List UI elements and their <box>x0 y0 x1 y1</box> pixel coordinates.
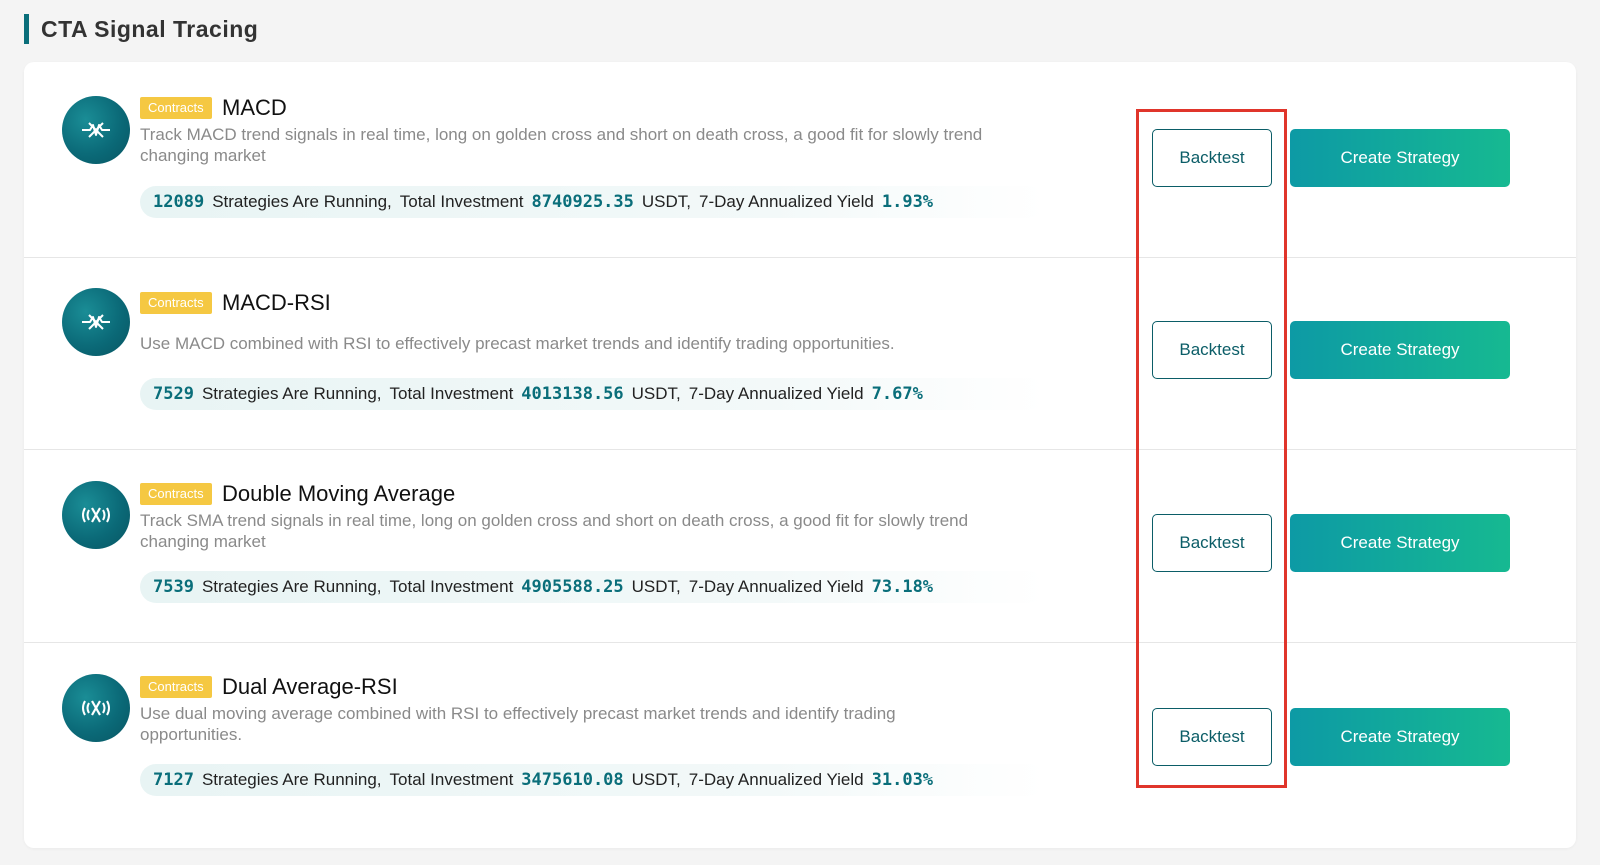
strategy-description: Track SMA trend signals in real time, lo… <box>140 511 969 551</box>
strategy-description: Use dual moving average combined with RS… <box>140 704 896 744</box>
strategy-stats: 7529 Strategies Are Running, Total Inves… <box>140 378 1045 410</box>
investment-value: 4905588.25 <box>521 577 624 597</box>
pulse-cross-icon <box>62 288 130 356</box>
contracts-tag: Contracts <box>140 292 212 314</box>
investment-value: 8740925.35 <box>531 192 634 212</box>
contracts-tag: Contracts <box>140 97 212 119</box>
yield-value: 7.67% <box>871 384 923 404</box>
investment-value: 4013138.56 <box>521 384 624 404</box>
running-count: 12089 <box>153 192 205 212</box>
create-strategy-button[interactable]: Create Strategy <box>1290 514 1510 572</box>
yield-label: 7-Day Annualized Yield <box>688 384 864 403</box>
strategy-row-double-moving-average: Contracts Double Moving Average Track SM… <box>24 447 1576 643</box>
create-strategy-button[interactable]: Create Strategy <box>1290 321 1510 379</box>
strategy-description: Use MACD combined with RSI to effectivel… <box>140 334 895 353</box>
currency-label: USDT, <box>641 192 692 211</box>
contracts-tag: Contracts <box>140 483 212 505</box>
strategy-name: Dual Average-RSI <box>222 674 398 699</box>
currency-label: USDT, <box>631 384 681 403</box>
strategy-row-macd-rsi: Contracts MACD-RSI Use MACD combined wit… <box>24 254 1576 450</box>
accent-bar <box>24 14 29 44</box>
backtest-button[interactable]: Backtest <box>1152 708 1272 766</box>
section-title: CTA Signal Tracing <box>41 15 259 42</box>
investment-value: 3475610.08 <box>521 770 624 790</box>
backtest-button[interactable]: Backtest <box>1152 514 1272 572</box>
broadcast-x-icon <box>62 674 130 742</box>
yield-value: 1.93% <box>881 192 934 212</box>
broadcast-x-icon <box>62 481 130 549</box>
pulse-cross-icon <box>62 96 130 164</box>
strategy-list-card: Contracts MACD Track MACD trend signals … <box>24 62 1576 848</box>
running-label: Strategies Are Running, <box>201 577 382 596</box>
contracts-tag: Contracts <box>140 676 212 698</box>
strategy-name: MACD <box>222 95 287 120</box>
strategy-description: Track MACD trend signals in real time, l… <box>140 125 983 165</box>
yield-label: 7-Day Annualized Yield <box>688 770 864 789</box>
running-label: Strategies Are Running, <box>201 384 382 403</box>
strategy-name: Double Moving Average <box>222 481 456 506</box>
create-strategy-button[interactable]: Create Strategy <box>1290 129 1510 187</box>
running-count: 7127 <box>153 770 194 790</box>
investment-label: Total Investment <box>389 384 514 403</box>
strategy-stats: 7127 Strategies Are Running, Total Inves… <box>140 764 1045 796</box>
strategy-stats: 12089 Strategies Are Running, Total Inve… <box>140 186 1045 218</box>
investment-label: Total Investment <box>389 577 514 596</box>
strategy-row-dual-average-rsi: Contracts Dual Average-RSI Use dual movi… <box>24 640 1576 836</box>
yield-label: 7-Day Annualized Yield <box>688 577 864 596</box>
yield-label: 7-Day Annualized Yield <box>699 192 874 211</box>
running-label: Strategies Are Running, <box>201 770 382 789</box>
investment-label: Total Investment <box>399 192 524 211</box>
strategy-stats: 7539 Strategies Are Running, Total Inves… <box>140 571 1045 603</box>
currency-label: USDT, <box>631 577 681 596</box>
currency-label: USDT, <box>631 770 681 789</box>
investment-label: Total Investment <box>389 770 514 789</box>
strategy-row-macd: Contracts MACD Track MACD trend signals … <box>24 62 1576 258</box>
running-count: 7529 <box>153 384 194 404</box>
running-count: 7539 <box>153 577 194 597</box>
running-label: Strategies Are Running, <box>212 192 392 211</box>
strategy-name: MACD-RSI <box>222 290 331 315</box>
create-strategy-button[interactable]: Create Strategy <box>1290 708 1510 766</box>
yield-value: 73.18% <box>871 577 934 597</box>
backtest-button[interactable]: Backtest <box>1152 321 1272 379</box>
yield-value: 31.03% <box>871 770 934 790</box>
section-header: CTA Signal Tracing <box>24 14 258 44</box>
backtest-button[interactable]: Backtest <box>1152 129 1272 187</box>
